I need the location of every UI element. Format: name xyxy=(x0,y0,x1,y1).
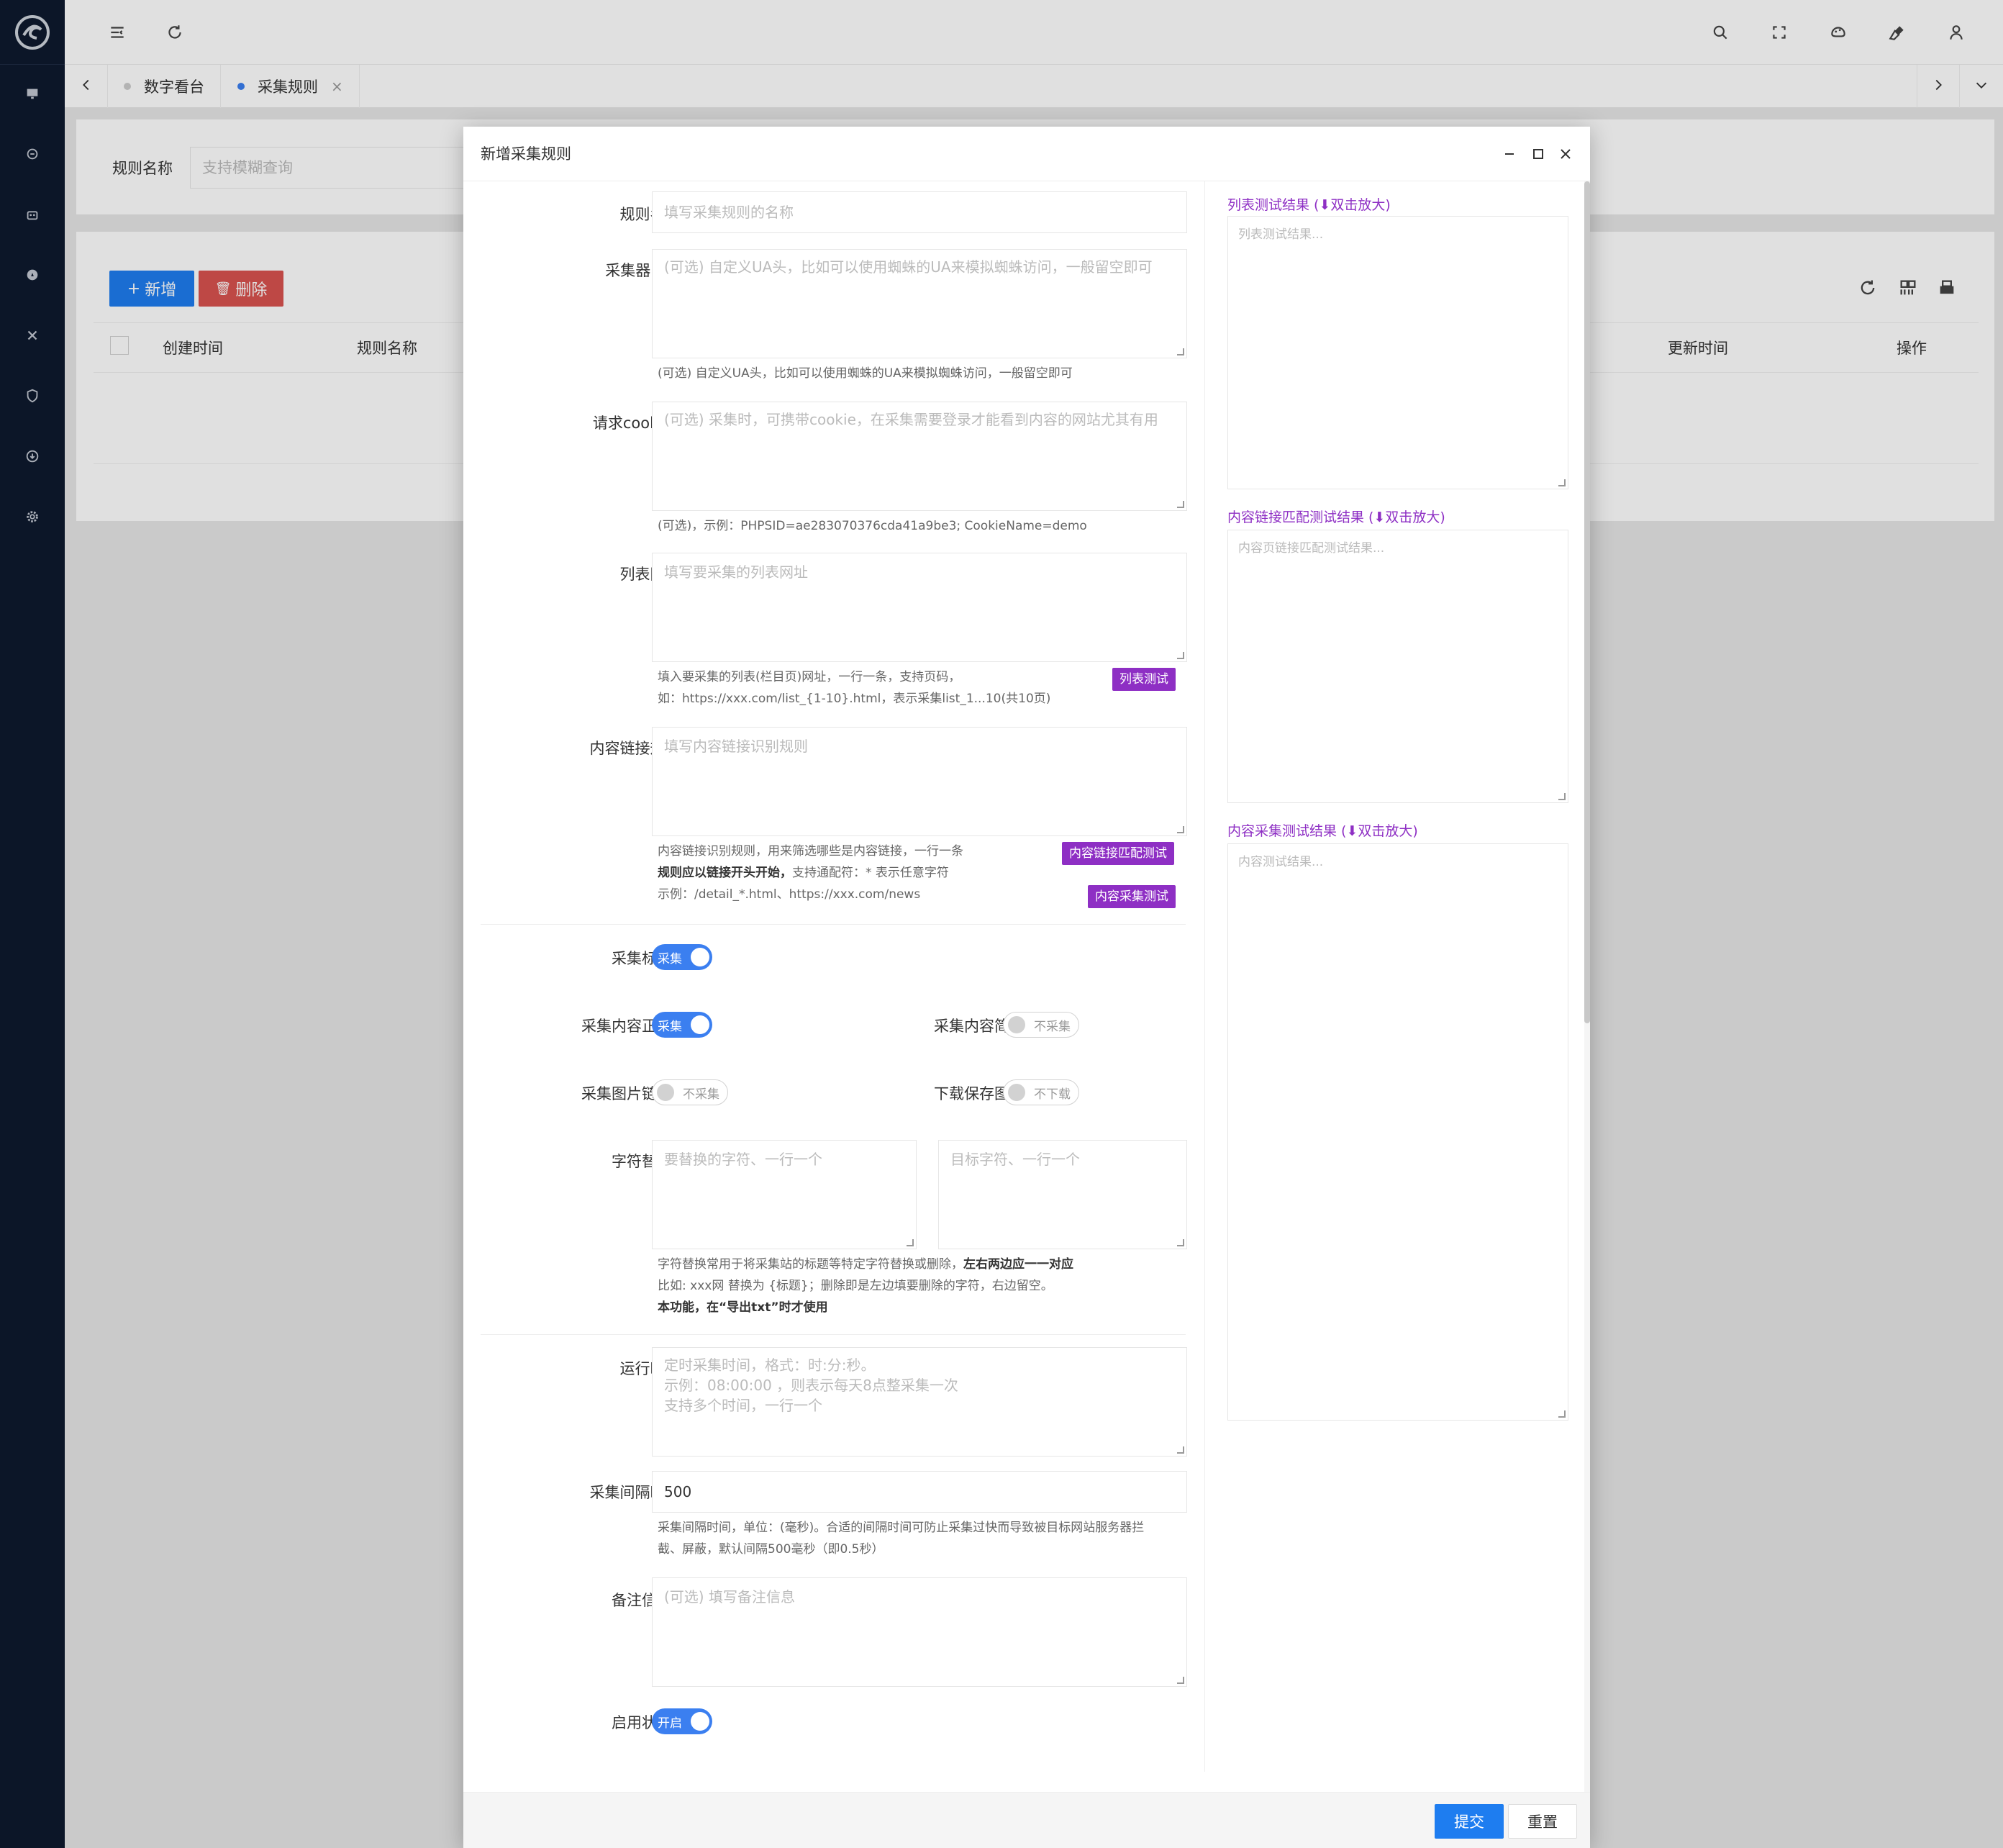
replace-hint-2: 比如: xxx网 替换为 {标题}；删除即是左边填要删除的字符，右边留空。 xyxy=(658,1279,1053,1293)
collect-summary-label: 采集内容简介 xyxy=(934,1018,1025,1035)
content-collect-test-button[interactable]: 内容采集测试 xyxy=(1088,885,1176,908)
collect-image-switch[interactable]: 不采集 xyxy=(652,1079,728,1105)
remark-textarea[interactable]: (可选) 填写备注信息 xyxy=(652,1577,1187,1687)
content-rule-hint-3: 示例：/detail_*.html、https://xxx.com/news xyxy=(658,887,921,902)
download-image-switch[interactable]: 不下载 xyxy=(1003,1079,1079,1105)
remark-label: 备注信息 xyxy=(612,1592,672,1609)
content-result-textarea[interactable]: 内容测试结果... xyxy=(1227,843,1568,1421)
replace-source-textarea[interactable]: 要替换的字符、一行一个 xyxy=(652,1140,917,1249)
interval-hint-1: 采集间隔时间，单位：(毫秒)。合适的间隔时间可防止采集过快而导致被目标网站服务器… xyxy=(658,1521,1145,1535)
link-match-test-button[interactable]: 内容链接匹配测试 xyxy=(1062,842,1174,865)
add-rule-dialog: 新增采集规则 规则名称* 填写采集规则的名称 采集器UA (可选) 自定义UA头… xyxy=(463,127,1590,1848)
download-image-label: 下载保存图片 xyxy=(934,1085,1025,1102)
link-result-label: 内容链接匹配测试结果 (⬇双击放大) xyxy=(1227,509,1445,525)
content-rule-textarea[interactable]: 填写内容链接识别规则 xyxy=(652,727,1187,836)
interval-input[interactable]: 500 xyxy=(652,1471,1187,1513)
collect-summary-switch[interactable]: 不采集 xyxy=(1003,1012,1079,1038)
resize-handle[interactable] xyxy=(1177,348,1184,355)
replace-hint-3: 本功能，在“导出txt”时才使用 xyxy=(658,1300,828,1315)
rule-name-input[interactable]: 填写采集规则的名称 xyxy=(652,191,1187,233)
list-url-textarea[interactable]: 填写要采集的列表网址 xyxy=(652,553,1187,662)
content-result-label: 内容采集测试结果 (⬇双击放大) xyxy=(1227,823,1418,839)
resize-handle[interactable] xyxy=(1177,1239,1184,1246)
list-url-hint-1: 填入要采集的列表(栏目页)网址，一行一条，支持页码， xyxy=(658,670,961,684)
dialog-title-bar: 新增采集规则 xyxy=(463,127,1590,181)
run-time-textarea[interactable]: 定时采集时间，格式：时:分:秒。 示例：08:00:00 ，则表示每天8点整采集… xyxy=(652,1347,1187,1457)
resize-handle[interactable] xyxy=(1558,479,1566,486)
dialog-footer: 提交 重置 xyxy=(463,1792,1590,1848)
resize-handle[interactable] xyxy=(1177,652,1184,659)
collect-image-label: 采集图片链接 xyxy=(581,1085,672,1102)
cookie-hint: (可选)，示例：PHPSID=ae283070376cda41a9be3; Co… xyxy=(658,519,1087,533)
cookie-textarea[interactable]: (可选) 采集时，可携带cookie，在采集需要登录才能看到内容的网站尤其有用 xyxy=(652,402,1187,511)
ua-hint: (可选) 自定义UA头，比如可以使用蜘蛛的UA来模拟蜘蛛访问，一般留空即可 xyxy=(658,366,1073,381)
list-test-button[interactable]: 列表测试 xyxy=(1112,668,1176,691)
resize-handle[interactable] xyxy=(907,1239,914,1246)
maximize-icon[interactable] xyxy=(1528,144,1548,164)
ua-textarea[interactable]: (可选) 自定义UA头，比如可以使用蜘蛛的UA来模拟蜘蛛访问，一般留空即可 xyxy=(652,249,1187,358)
list-url-hint-2: 如：https://xxx.com/list_{1-10}.html，表示采集l… xyxy=(658,692,1051,706)
resize-handle[interactable] xyxy=(1558,793,1566,800)
interval-hint-2: 截、屏蔽，默认间隔500毫秒（即0.5秒） xyxy=(658,1542,884,1557)
reset-button[interactable]: 重置 xyxy=(1508,1804,1577,1839)
content-rule-hint-2: 规则应以链接开头开始，支持通配符：* 表示任意字符 xyxy=(658,866,949,880)
resize-handle[interactable] xyxy=(1177,501,1184,508)
resize-handle[interactable] xyxy=(1177,1677,1184,1684)
dialog-scroll-thumb[interactable] xyxy=(1584,181,1590,1023)
minimize-icon[interactable] xyxy=(1499,144,1520,164)
column-divider xyxy=(1204,181,1205,1772)
link-result-textarea[interactable]: 内容页链接匹配测试结果... xyxy=(1227,530,1568,803)
section-divider xyxy=(481,924,1186,925)
section-divider xyxy=(481,1334,1186,1335)
dialog-title: 新增采集规则 xyxy=(481,145,571,163)
close-icon[interactable] xyxy=(1555,144,1576,164)
collect-body-switch[interactable]: 采集 xyxy=(652,1012,712,1038)
dialog-body: 规则名称* 填写采集规则的名称 采集器UA (可选) 自定义UA头，比如可以使用… xyxy=(463,181,1590,1792)
replace-label: 字符替换 xyxy=(612,1153,672,1170)
cookie-label: 请求cookie xyxy=(592,415,672,432)
resize-handle[interactable] xyxy=(1177,1446,1184,1454)
ua-label: 采集器UA xyxy=(605,262,672,279)
replace-target-textarea[interactable]: 目标字符、一行一个 xyxy=(938,1140,1187,1249)
content-rule-hint-1: 内容链接识别规则，用来筛选哪些是内容链接，一行一条 xyxy=(658,844,963,859)
status-label: 启用状态 xyxy=(612,1714,672,1731)
resize-handle[interactable] xyxy=(1177,826,1184,833)
collect-title-switch[interactable]: 采集 xyxy=(652,944,712,970)
list-result-label: 列表测试结果 (⬇双击放大) xyxy=(1227,197,1391,213)
replace-hint-1: 字符替换常用于将采集站的标题等特定字符替换或删除，左右两边应一一对应 xyxy=(658,1257,1073,1272)
collect-title-label: 采集标题 xyxy=(612,950,672,967)
collect-body-label: 采集内容正文 xyxy=(581,1018,672,1035)
list-result-textarea[interactable]: 列表测试结果... xyxy=(1227,216,1568,489)
submit-button[interactable]: 提交 xyxy=(1435,1804,1504,1839)
resize-handle[interactable] xyxy=(1558,1410,1566,1418)
status-switch[interactable]: 开启 xyxy=(652,1708,712,1734)
